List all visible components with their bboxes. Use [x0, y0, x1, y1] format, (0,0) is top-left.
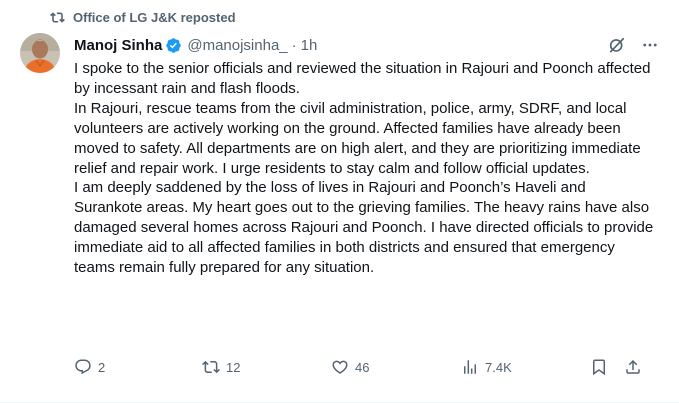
grok-icon[interactable]	[607, 35, 627, 55]
tweet-paragraph: I am deeply saddened by the loss of live…	[74, 179, 654, 277]
reply-button[interactable]: 2	[74, 356, 105, 378]
repost-icon	[50, 12, 65, 23]
tweet[interactable]: Office of LG J&K reposted Manoj Sinha @m…	[0, 0, 679, 403]
analytics-icon	[464, 360, 476, 374]
bookmark-button[interactable]	[590, 356, 608, 378]
author-name[interactable]: Manoj Sinha	[74, 37, 162, 54]
repost-count: 12	[226, 359, 241, 375]
tweet-header: Manoj Sinha @manojsinha_ · 1h	[74, 35, 659, 55]
reply-icon	[75, 359, 91, 375]
separator-dot: ·	[291, 36, 297, 54]
heart-icon	[332, 360, 348, 374]
view-count: 7.4K	[485, 359, 512, 375]
tweet-text: I spoke to the senior officials and revi…	[74, 59, 654, 278]
tweet-paragraph: In Rajouri, rescue teams from the civil …	[74, 99, 641, 177]
timestamp[interactable]: 1h	[301, 37, 318, 54]
share-icon	[626, 359, 640, 374]
repost-label: Office of LG J&K reposted	[73, 10, 236, 25]
more-options-icon[interactable]	[641, 36, 659, 54]
share-button[interactable]	[624, 356, 642, 378]
reply-count: 2	[98, 359, 106, 375]
like-button[interactable]: 46	[331, 356, 369, 378]
tweet-paragraph: I spoke to the senior officials and revi…	[74, 60, 651, 97]
verified-badge-icon[interactable]	[165, 37, 182, 54]
avatar[interactable]	[20, 33, 60, 73]
author-handle[interactable]: @manojsinha_	[187, 37, 287, 54]
bookmark-icon	[593, 359, 605, 376]
action-bar: 2 12 46 7.4K	[74, 356, 646, 378]
views-button[interactable]: 7.4K	[461, 356, 512, 378]
like-count: 46	[355, 359, 370, 375]
repost-icon	[202, 360, 220, 374]
repost-indicator[interactable]: Office of LG J&K reposted	[50, 10, 236, 25]
profile-photo	[20, 33, 60, 73]
repost-button[interactable]: 12	[202, 356, 240, 378]
